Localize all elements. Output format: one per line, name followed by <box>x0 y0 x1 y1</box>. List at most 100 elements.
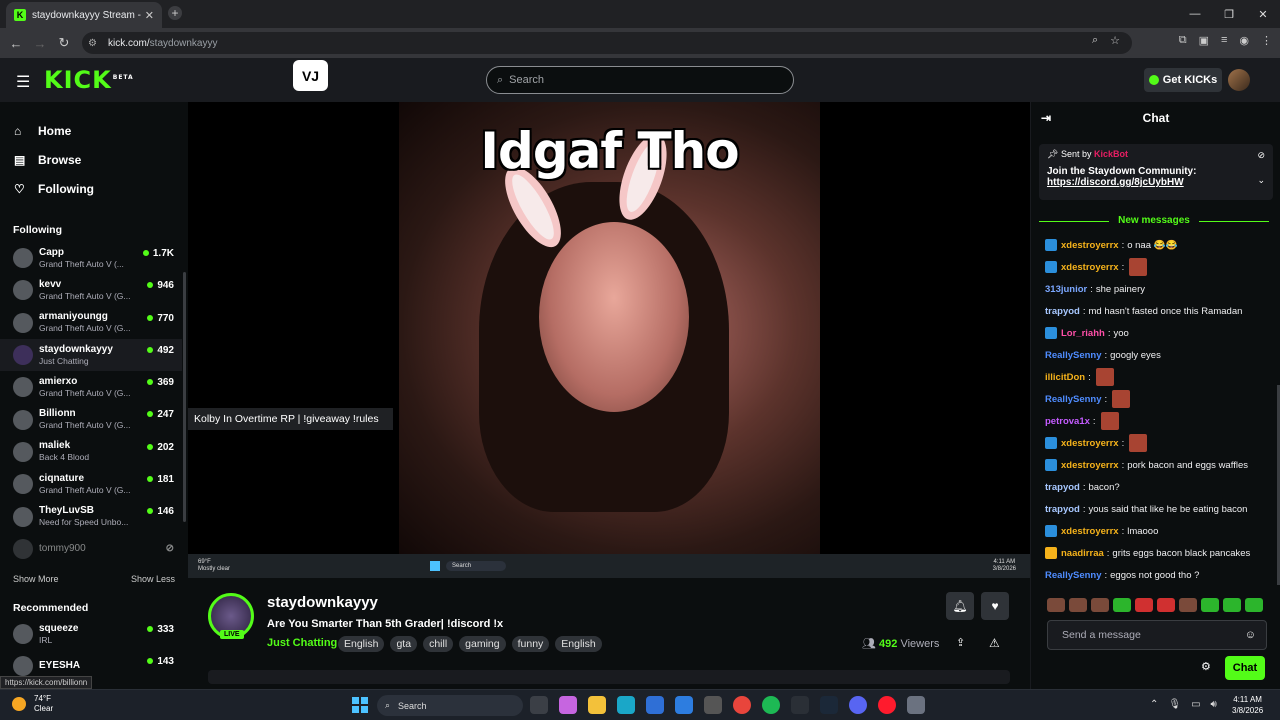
chat-username[interactable]: xdestroyerrx <box>1061 438 1119 449</box>
steam-icon[interactable] <box>820 696 838 714</box>
windows-start-icon[interactable] <box>352 697 368 713</box>
followed-channel-active[interactable]: staydownkayyy Just Chatting 492 <box>0 338 182 372</box>
followed-channel[interactable]: Capp Grand Theft Auto V (... 1.7K <box>0 242 182 274</box>
minimize-icon[interactable]: — <box>1178 0 1212 28</box>
share-icon[interactable]: ⇪ <box>956 636 965 649</box>
hamburger-menu-icon[interactable]: ☰ <box>16 72 30 92</box>
chat-username[interactable]: ReallySenny <box>1045 570 1102 581</box>
forward-icon[interactable]: → <box>28 36 52 51</box>
sidebar-item-home[interactable]: ⌂ Home <box>0 116 188 145</box>
emote[interactable] <box>1157 598 1175 612</box>
volume-icon[interactable]: 🔊︎ <box>1211 699 1217 710</box>
chat-username[interactable]: ReallySenny <box>1045 350 1102 361</box>
chat-username[interactable]: Lor_riahh <box>1061 328 1105 339</box>
extension-logo-icon[interactable]: VJ <box>293 60 328 91</box>
menu-kebab-icon[interactable]: ⋮ <box>1261 34 1272 47</box>
tag[interactable]: English <box>338 636 385 652</box>
chat-emote[interactable] <box>1112 390 1131 408</box>
chat-username[interactable]: illicitDon <box>1045 372 1085 383</box>
emote[interactable] <box>1223 598 1241 612</box>
search-input[interactable]: ⌕ Search <box>486 66 794 94</box>
followed-channel[interactable]: Billionn Grand Theft Auto V (G... 247 <box>0 403 182 435</box>
sidebar-item-following[interactable]: ♡ Following <box>0 174 188 203</box>
url-field[interactable]: ⚙ kick.com/staydownkayyy <box>82 32 1132 54</box>
restore-icon[interactable]: ❐ <box>1212 0 1246 28</box>
notification-bell-button[interactable]: 🔔︎ <box>946 592 974 620</box>
chat-username[interactable]: naadirraa <box>1061 548 1104 559</box>
video-player[interactable]: Idgaf Tho 69°F Mostly clear Search 4:11 A… <box>188 102 1030 578</box>
unpin-icon[interactable]: ⊘ <box>1257 150 1265 161</box>
follow-heart-button[interactable]: ♥ <box>981 592 1009 620</box>
emote[interactable] <box>1179 598 1197 612</box>
chat-username[interactable]: petrova1x <box>1045 416 1090 427</box>
sidebar-scrollbar[interactable] <box>183 272 186 522</box>
user-avatar[interactable] <box>1228 69 1250 91</box>
tag[interactable]: English <box>555 636 602 652</box>
emoji-picker-icon[interactable]: ☺ <box>1245 629 1256 641</box>
chat-username[interactable]: 313junior <box>1045 284 1087 295</box>
taskbar-search[interactable]: ⌕ Search <box>377 695 523 716</box>
emote[interactable] <box>1201 598 1219 612</box>
emote[interactable] <box>1245 598 1263 612</box>
task-view-icon[interactable] <box>530 696 548 714</box>
recommended-channel[interactable]: squeeze IRL 333 <box>0 618 182 650</box>
chat-username[interactable]: xdestroyerrx <box>1061 262 1119 273</box>
media-icon[interactable]: ≡ <box>1221 34 1227 47</box>
store-icon[interactable] <box>646 696 664 714</box>
xbox-icon[interactable] <box>791 696 809 714</box>
close-tab-icon[interactable]: ✕ <box>145 9 154 22</box>
profile-icon[interactable]: ◉ <box>1239 34 1249 47</box>
report-warning-icon[interactable]: ⚠ <box>989 636 1000 650</box>
spotify-icon[interactable] <box>762 696 780 714</box>
chat-username[interactable]: trapyod <box>1045 504 1080 515</box>
followed-channel[interactable]: kevv Grand Theft Auto V (G... 946 <box>0 274 182 306</box>
emote[interactable] <box>1135 598 1153 612</box>
zoom-icon[interactable]: ⌕ <box>1092 34 1098 47</box>
channel-name-heading[interactable]: staydownkayyy <box>267 594 378 611</box>
tag[interactable]: funny <box>511 636 550 652</box>
emote[interactable] <box>1113 598 1131 612</box>
opera-icon[interactable] <box>878 696 896 714</box>
chat-username[interactable]: trapyod <box>1045 306 1080 317</box>
followed-channel-offline[interactable]: tommy900 ⊘ <box>0 533 182 565</box>
chat-emote[interactable] <box>1129 434 1148 452</box>
chat-emote[interactable] <box>1095 368 1114 386</box>
get-kicks-button[interactable]: Get KICKs <box>1144 68 1222 92</box>
mail-icon[interactable] <box>675 696 693 714</box>
chat-emote[interactable] <box>1129 258 1148 276</box>
edge-icon[interactable] <box>617 696 635 714</box>
site-info-icon[interactable]: ⚙ <box>88 38 102 49</box>
chat-username[interactable]: xdestroyerrx <box>1061 526 1119 537</box>
close-window-icon[interactable]: ✕ <box>1246 0 1280 28</box>
file-explorer-icon[interactable] <box>588 696 606 714</box>
gear-app-icon[interactable] <box>907 696 925 714</box>
stream-category-link[interactable]: Just Chatting <box>267 637 337 649</box>
kick-logo[interactable]: KICKBETA <box>44 66 134 94</box>
discord-icon[interactable] <box>849 696 867 714</box>
pinned-link[interactable]: https://discord.gg/8jcUybHW <box>1047 177 1265 188</box>
emote[interactable] <box>1069 598 1087 612</box>
copilot-icon[interactable] <box>559 696 577 714</box>
collapse-chat-icon[interactable]: ⇥ <box>1041 111 1051 125</box>
weather-widget[interactable]: 74°F Clear <box>12 694 53 714</box>
chat-emote[interactable] <box>1100 412 1119 430</box>
chat-username[interactable]: xdestroyerrx <box>1061 240 1119 251</box>
chat-username[interactable]: trapyod <box>1045 482 1080 493</box>
chat-username[interactable]: ReallySenny <box>1045 394 1102 405</box>
emote[interactable] <box>1091 598 1109 612</box>
chevron-down-icon[interactable]: ⌄ <box>1257 175 1265 186</box>
emote[interactable] <box>1047 598 1065 612</box>
settings-app-icon[interactable] <box>704 696 722 714</box>
followed-channel[interactable]: maliek Back 4 Blood 202 <box>0 436 182 468</box>
extensions-icon[interactable]: ⧉ <box>1179 34 1187 47</box>
microphone-icon[interactable]: 🎙︎ <box>1168 699 1181 710</box>
sidebar-item-browse[interactable]: ▤ Browse <box>0 145 188 174</box>
bookmark-star-icon[interactable]: ☆ <box>1110 34 1120 47</box>
chat-username[interactable]: xdestroyerrx <box>1061 460 1119 471</box>
followed-channel[interactable]: ciqnature Grand Theft Auto V (G... 181 <box>0 468 182 500</box>
browser-tab[interactable]: K staydownkayyy Stream - Watch ✕ <box>6 2 162 28</box>
chat-settings-gear-icon[interactable]: ⚙ <box>1201 660 1211 673</box>
show-less-button[interactable]: Show Less <box>131 574 175 584</box>
taskbar-clock[interactable]: 4:11 AM 3/8/2026 <box>1232 694 1263 716</box>
chrome-icon[interactable] <box>733 696 751 714</box>
